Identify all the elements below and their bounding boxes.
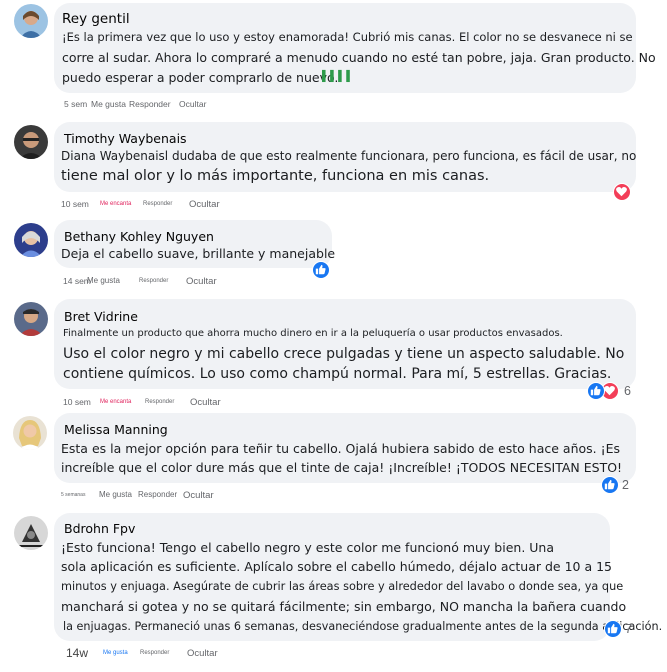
- thumbs-up-icon: [312, 261, 330, 279]
- avatar[interactable]: [14, 125, 48, 159]
- comment-text: Deja el cabello suave, brillante y manej…: [61, 246, 336, 261]
- author-name[interactable]: Rey gentil: [62, 11, 130, 27]
- like-button[interactable]: Me gusta: [87, 276, 120, 285]
- author-name[interactable]: Bret Vidrine: [64, 309, 138, 324]
- author-name[interactable]: Timothy Waybenais: [64, 131, 187, 146]
- comment-text: Finalmente un producto que ahorra mucho …: [63, 328, 563, 339]
- timestamp[interactable]: 10 sem: [61, 199, 89, 209]
- hide-button[interactable]: Ocultar: [189, 199, 220, 210]
- comment-text: Diana Waybenaisl dudaba de que esto real…: [61, 149, 637, 163]
- like-button[interactable]: Me gusta: [91, 99, 126, 109]
- reply-button[interactable]: Responder: [129, 99, 171, 109]
- like-button[interactable]: Me gusta: [103, 650, 128, 656]
- thumbs-up-icon: [601, 476, 619, 494]
- comment-text: ¡Esto funciona! Tengo el cabello negro y…: [61, 540, 555, 555]
- hide-button[interactable]: Ocultar: [190, 397, 221, 408]
- reply-button[interactable]: Responder: [139, 278, 168, 284]
- comment-text: Esta es la mejor opción para teñir tu ca…: [61, 441, 621, 456]
- comment-text: increíble que el color dure más que el t…: [61, 460, 623, 475]
- thumbs-up-icon: [604, 620, 622, 638]
- comment-text: tiene mal olor y lo más importante, func…: [61, 168, 490, 184]
- reaction-summary[interactable]: 7: [604, 620, 640, 640]
- reply-button[interactable]: Responder: [145, 399, 174, 405]
- thumbs-up-icon: [587, 382, 605, 400]
- heart-icon: [613, 183, 631, 201]
- timestamp[interactable]: 5 sem: [64, 99, 87, 109]
- hide-button[interactable]: Ocultar: [183, 490, 214, 501]
- timestamp[interactable]: 14w: [66, 646, 88, 660]
- avatar[interactable]: [13, 416, 47, 450]
- timestamp[interactable]: 10 sem: [63, 397, 91, 407]
- avatar[interactable]: [14, 516, 48, 550]
- hide-button[interactable]: Ocultar: [186, 276, 217, 287]
- comment-text: contiene químicos. Lo uso como champú no…: [63, 366, 612, 382]
- reaction-count: 7: [625, 622, 632, 636]
- comment-text: ¡Es la primera vez que lo uso y estoy en…: [62, 30, 633, 44]
- author-name[interactable]: Melissa Manning: [64, 422, 168, 437]
- flag-emoji: ▌▌▌▌: [322, 71, 355, 82]
- comment-text: corre al sudar. Ahora lo compraré a menu…: [62, 50, 656, 65]
- avatar[interactable]: [14, 4, 48, 38]
- reaction-summary[interactable]: 6: [587, 382, 637, 402]
- comment-text: minutos y enjuaga. Asegúrate de cubrir l…: [61, 580, 624, 593]
- reaction-count: 6: [624, 384, 631, 398]
- avatar[interactable]: [14, 223, 48, 257]
- author-name[interactable]: Bdrohn Fpv: [64, 521, 135, 536]
- comment-text: manchará si gotea y no se quitará fácilm…: [61, 599, 627, 614]
- avatar[interactable]: [14, 302, 48, 336]
- reply-button[interactable]: Responder: [138, 490, 177, 499]
- reply-button[interactable]: Responder: [140, 650, 169, 656]
- love-button[interactable]: Me encanta: [100, 201, 131, 207]
- like-button[interactable]: Me gusta: [99, 490, 132, 499]
- author-name[interactable]: Bethany Kohley Nguyen: [64, 229, 214, 244]
- comment-text: Uso el color negro y mi cabello crece pu…: [63, 346, 625, 362]
- hide-button[interactable]: Ocultar: [187, 648, 218, 659]
- love-button[interactable]: Me encanta: [100, 399, 131, 405]
- comment-text: la enjuagas. Permaneció unas 6 semanas, …: [63, 620, 663, 633]
- reaction-count: 2: [622, 478, 629, 492]
- timestamp[interactable]: 5 semanas: [61, 492, 85, 498]
- reaction-summary[interactable]: 2: [601, 476, 637, 496]
- comment-text: puedo esperar a poder comprarlo de nuevo…: [62, 70, 339, 85]
- hide-button[interactable]: Ocultar: [179, 99, 206, 109]
- comment-text: sola aplicación es suficiente. Aplícalo …: [61, 559, 612, 574]
- reply-button[interactable]: Responder: [143, 201, 172, 207]
